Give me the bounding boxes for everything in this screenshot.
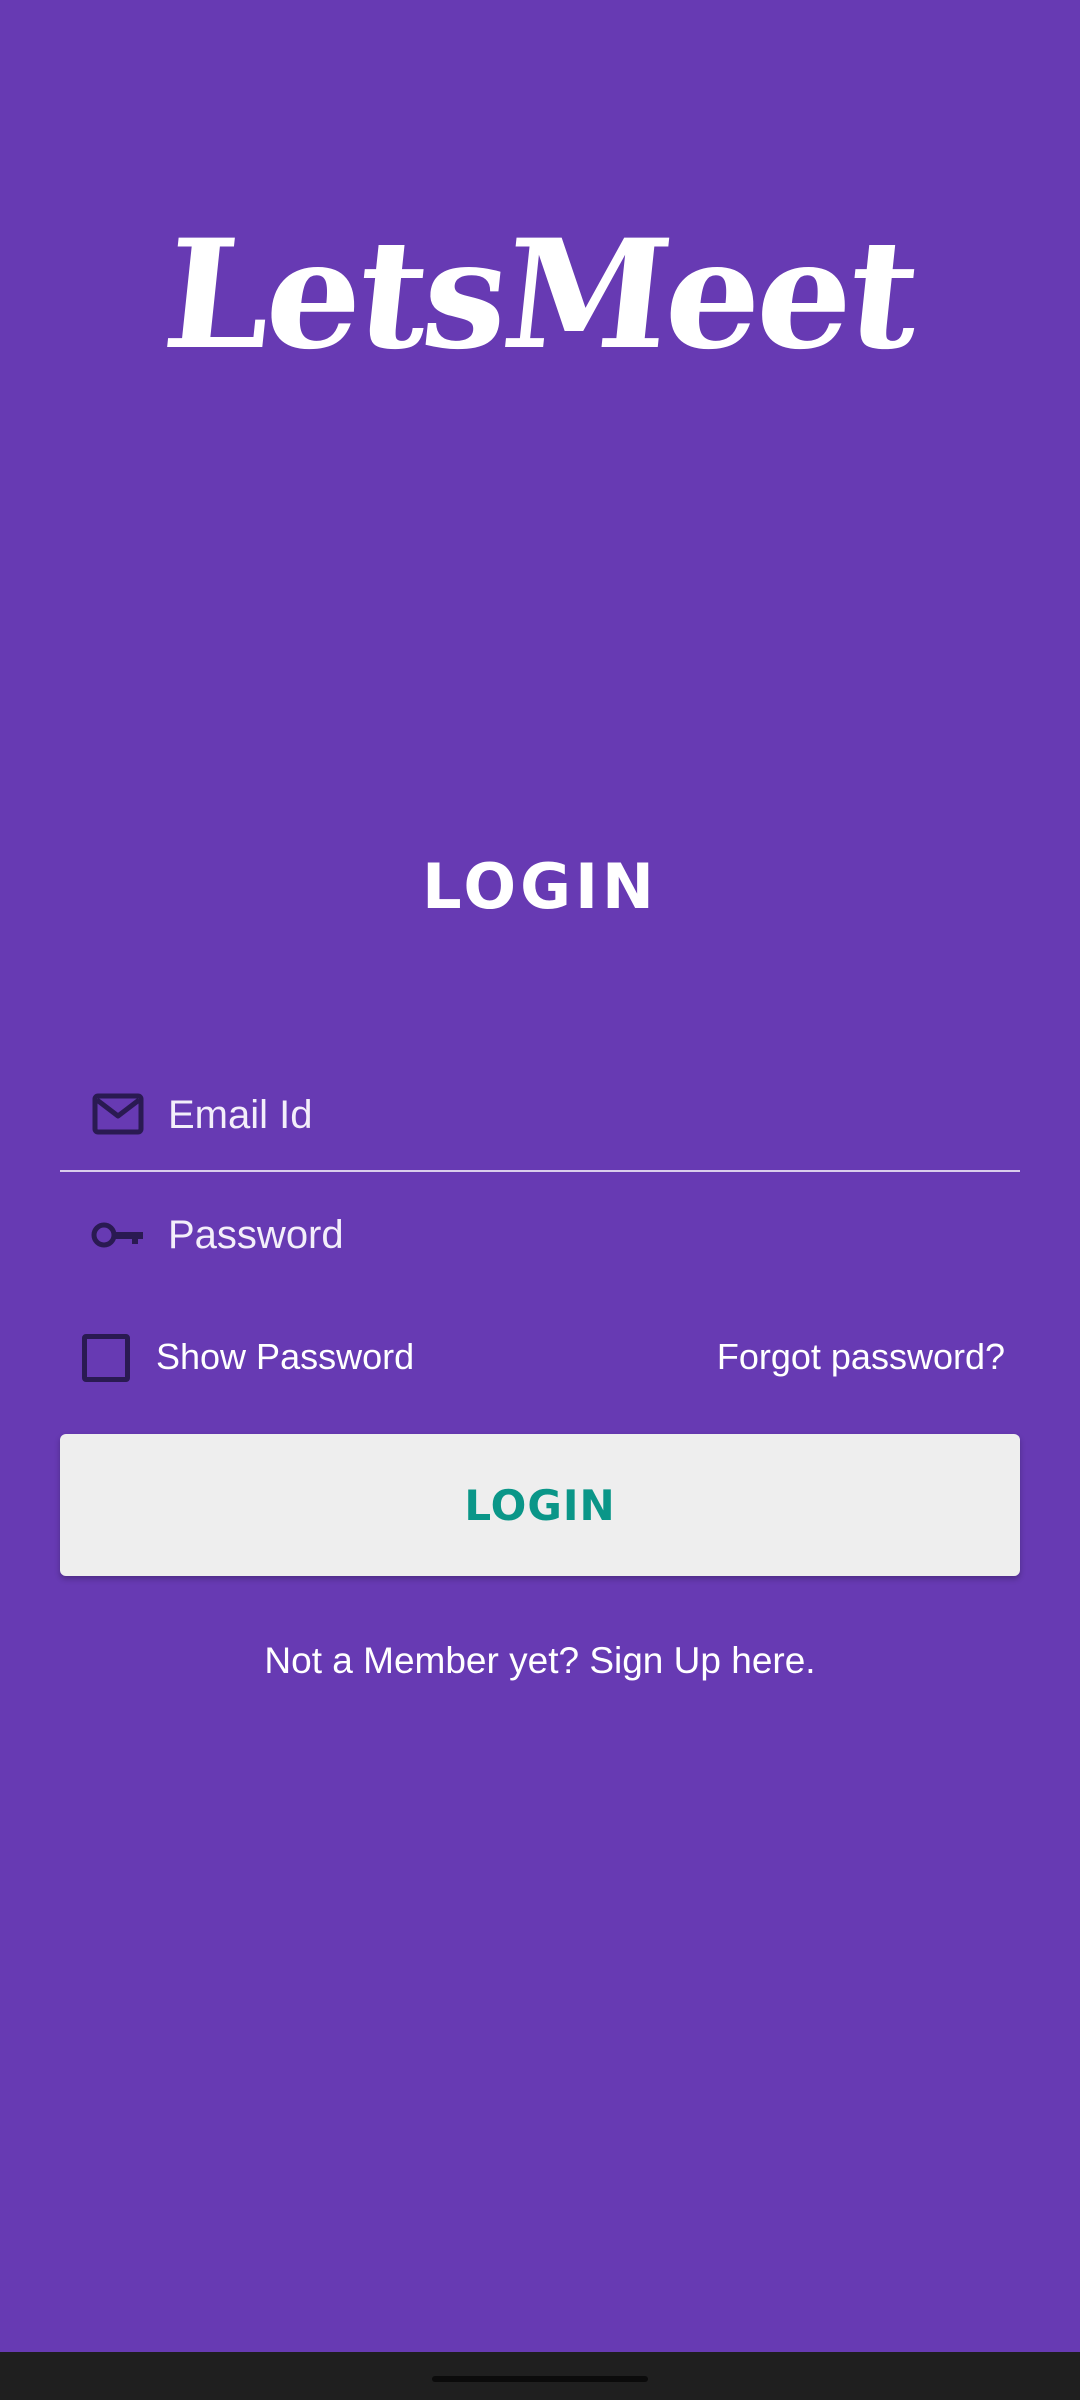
login-button[interactable]: LOGIN (60, 1434, 1020, 1576)
show-password-label[interactable]: Show Password (156, 1336, 414, 1378)
key-icon (90, 1210, 146, 1260)
email-input[interactable] (168, 1080, 988, 1150)
mail-icon (90, 1090, 146, 1140)
app-logo: LetsMeet (156, 207, 924, 383)
show-password-checkbox[interactable] (82, 1334, 130, 1382)
login-screen: LetsMeet LOGIN Show Password Forgot pass… (0, 0, 1080, 2352)
password-input[interactable] (168, 1200, 988, 1270)
forgot-password-link[interactable]: Forgot password? (717, 1336, 1005, 1378)
system-navigation-bar (0, 2352, 1080, 2400)
signup-link[interactable]: Not a Member yet? Sign Up here. (0, 1640, 1080, 1682)
home-indicator[interactable] (432, 2376, 648, 2382)
password-field (60, 1180, 1020, 1290)
options-row: Show Password Forgot password? (60, 1330, 1020, 1394)
page-title: LOGIN (422, 850, 658, 923)
email-field (60, 1060, 1020, 1172)
